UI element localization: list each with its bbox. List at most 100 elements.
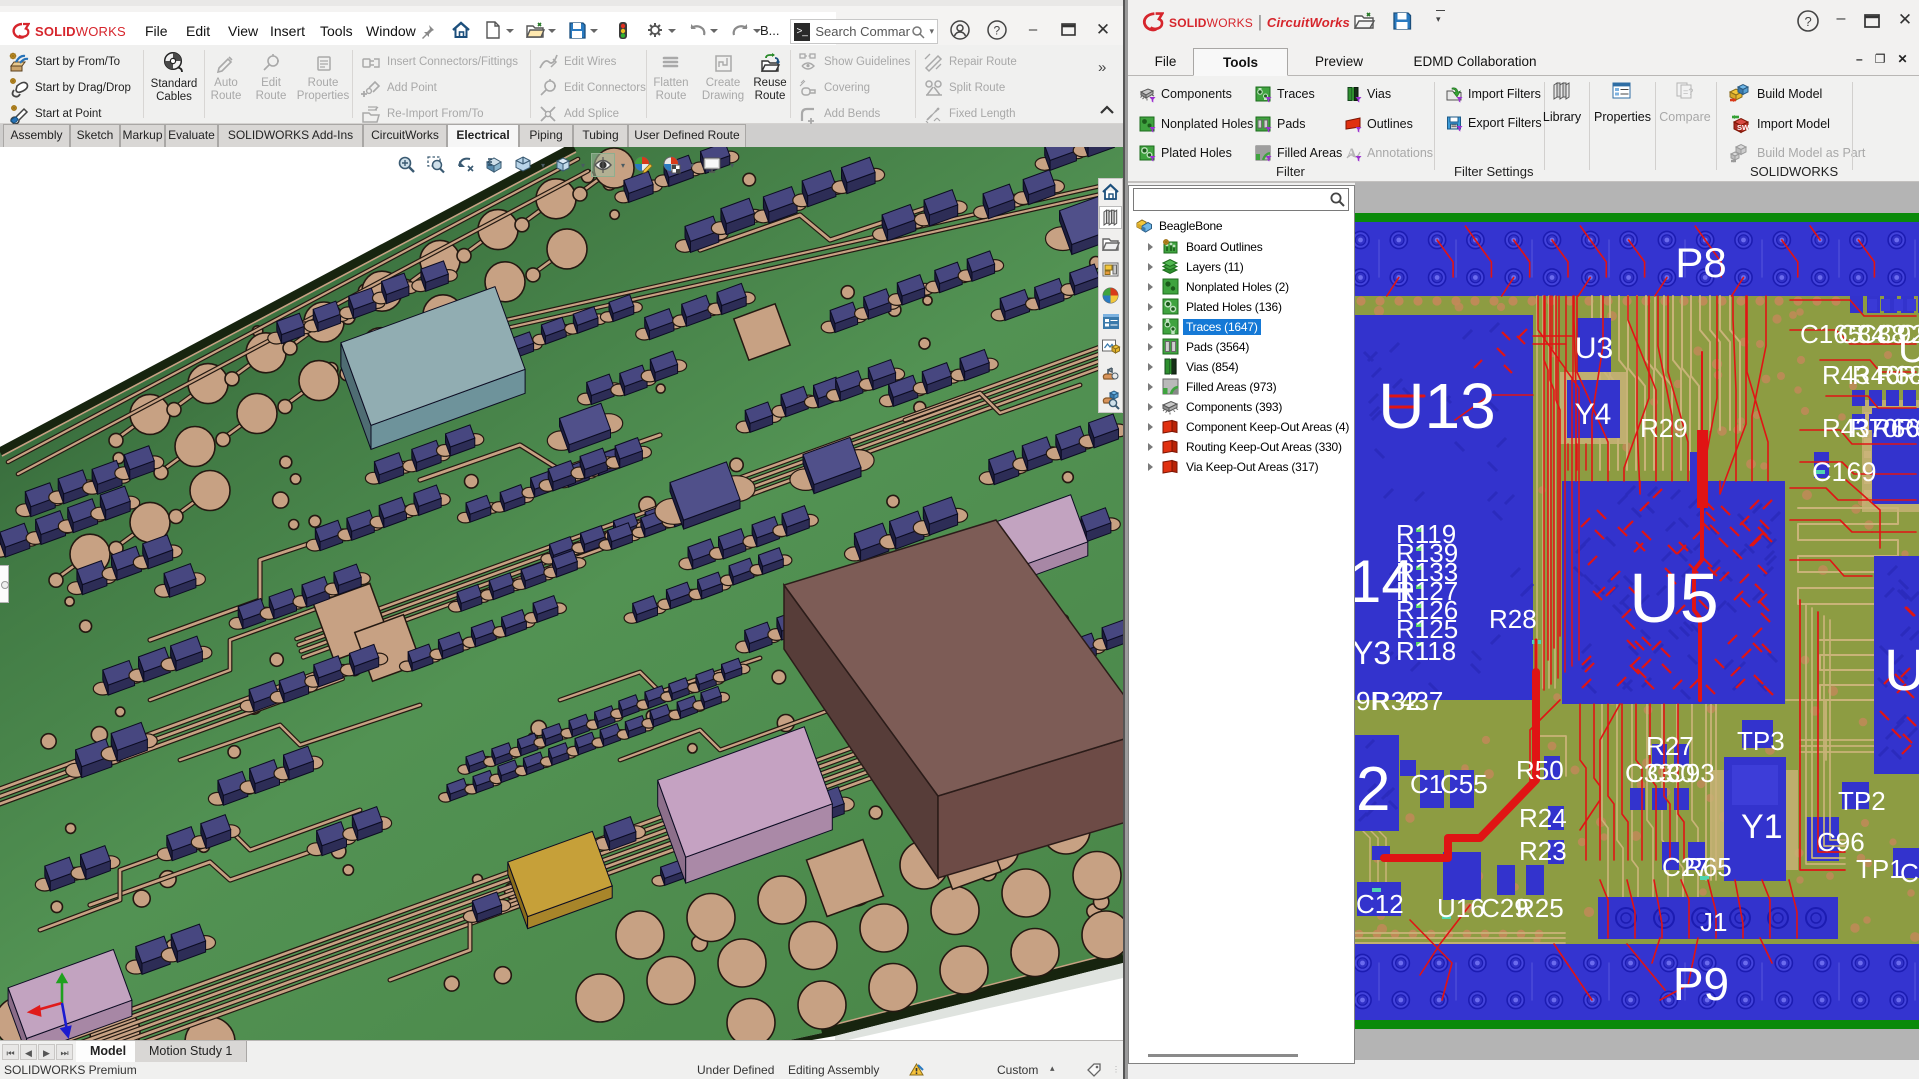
taskpane-valve-tab[interactable] (1100, 363, 1121, 384)
sw-toolbar-redo[interactable] (729, 19, 751, 41)
cw-filter-pads[interactable]: Pads (1255, 113, 1306, 135)
ribbon-collapse[interactable] (1098, 103, 1116, 120)
cw-filter-vias[interactable]: Vias (1345, 83, 1391, 105)
cw-import-filters[interactable]: Import Filters (1446, 83, 1541, 105)
tree-expand-arrow[interactable] (1148, 283, 1157, 291)
hud-caret-icon[interactable]: ▾ (730, 161, 734, 170)
cw-menu-file[interactable]: File (1138, 48, 1193, 76)
taskpane-appearance-tab[interactable] (1100, 285, 1121, 306)
cw-ecad-preview[interactable]: P8U3Y4U13R29C169U5C165C84C88C92C98R43R46… (1355, 182, 1919, 1060)
cw-library-button[interactable]: Library (1536, 80, 1588, 124)
sw-toolbar-undo[interactable] (686, 19, 708, 41)
cw-sw-build[interactable]: Build Model (1728, 83, 1822, 105)
ribbon-reuse_route[interactable]: ReuseRoute (750, 49, 790, 121)
status-custom-caret[interactable]: ▴ (1050, 1063, 1055, 1074)
tree-item-9[interactable]: Component Keep-Out Areas (4) (1129, 417, 1352, 436)
cw-filter-components[interactable]: Components (1139, 83, 1232, 105)
mdi-restore-icon[interactable]: ❐ (1875, 52, 1886, 66)
hud-caret-icon[interactable]: ▾ (541, 161, 545, 170)
hud-caret-icon[interactable]: ▾ (581, 161, 585, 170)
cw-properties-button[interactable]: Properties (1594, 80, 1650, 124)
sw-close-button[interactable]: ✕ (1090, 19, 1116, 41)
tree-item-1[interactable]: Layers (11) (1129, 257, 1247, 276)
taskpane-list-tab[interactable] (1100, 311, 1121, 332)
hud-zoom-area-button[interactable] (425, 154, 447, 176)
sw-toolbar-new-document[interactable] (482, 19, 504, 41)
sw-toolbar-edrawings[interactable] (612, 19, 634, 41)
tree-item-3[interactable]: Plated Holes (136) (1129, 297, 1285, 316)
sw-toolbar-new-document-caret[interactable] (505, 28, 513, 34)
sw-tab-electrical[interactable]: Electrical (447, 124, 519, 147)
sw-menu-file[interactable]: File (141, 19, 172, 43)
hud-caret-icon[interactable]: ▾ (621, 161, 625, 170)
hud-view-settings-button[interactable] (701, 154, 723, 176)
cw-filter-nonplated[interactable]: Nonplated Holes (1139, 113, 1253, 135)
tree-expand-arrow[interactable] (1148, 323, 1157, 331)
cw-filter-traces[interactable]: Traces (1255, 83, 1315, 105)
hud-prev-view-button[interactable] (454, 154, 476, 176)
ribbon-start-0[interactable]: Start by From/To (8, 49, 120, 75)
ribbon-overflow[interactable]: » (1098, 59, 1106, 76)
cw-filter-outlines[interactable]: Outlines (1345, 113, 1413, 135)
cw-save-button[interactable] (1390, 9, 1414, 36)
sw-tab-user-defined-route[interactable]: User Defined Route (628, 124, 746, 147)
sw-menu-insert[interactable]: Insert (266, 19, 309, 43)
sw-toolbar-b-more[interactable]: B... (760, 23, 780, 38)
tree-expand-arrow[interactable] (1148, 363, 1157, 371)
tree-hscrollbar-thumb[interactable] (1148, 1054, 1298, 1057)
tree-item-8[interactable]: Components (393) (1129, 397, 1285, 416)
cw-quickbar-caret[interactable]: ▾ (1436, 14, 1441, 25)
cw-open-button[interactable] (1352, 9, 1376, 36)
sw-toolbar-open-document[interactable] (524, 19, 546, 41)
sw-tab-solidworks-add-ins[interactable]: SOLIDWORKS Add-Ins (218, 124, 363, 147)
tree-expand-arrow[interactable] (1148, 303, 1157, 311)
sw-toolbar-options-gear[interactable] (644, 19, 666, 41)
cw-maximize-button[interactable] (1860, 9, 1884, 36)
mdi-minimize-icon[interactable]: – (1856, 52, 1863, 66)
tree-item-5[interactable]: Pads (3564) (1129, 337, 1252, 356)
search-caret-icon[interactable]: ▾ (929, 26, 934, 37)
hud-display-style-button[interactable] (552, 154, 574, 176)
sw-toolbar-save[interactable] (566, 19, 588, 41)
nav-prev-icon[interactable]: ◀ (20, 1044, 37, 1060)
sw-toolbar-open-document-caret[interactable] (547, 28, 555, 34)
hud-appearance-button[interactable] (632, 154, 654, 176)
sw-tab-sketch[interactable]: Sketch (70, 124, 120, 147)
tree-item-10[interactable]: Routing Keep-Out Areas (330) (1129, 437, 1345, 456)
tree-expand-arrow[interactable] (1148, 463, 1157, 471)
tree-item-2[interactable]: Nonplated Holes (2) (1129, 277, 1292, 296)
tab-motion-study[interactable]: Motion Study 1 (135, 1041, 247, 1062)
cw-close-button[interactable]: ✕ (1892, 10, 1918, 30)
sw-toolbar-save-caret[interactable] (589, 28, 597, 34)
sw-toolbar-options-gear-caret[interactable] (667, 28, 675, 34)
hud-scene-button[interactable] (661, 154, 683, 176)
tab-model[interactable]: Model (76, 1041, 141, 1062)
cw-filter-filled[interactable]: Filled Areas (1255, 142, 1342, 164)
cw-menu-tools[interactable]: Tools (1193, 48, 1288, 76)
taskpane-search-asm-tab[interactable] (1100, 389, 1121, 410)
status-tag-icon[interactable] (1086, 1062, 1103, 1079)
nav-first-icon[interactable]: ⏮ (2, 1044, 19, 1060)
sw-minimize-button[interactable]: – (1020, 19, 1046, 41)
taskpane-home-tab[interactable] (1100, 181, 1121, 202)
tree-expand-arrow[interactable] (1148, 443, 1157, 451)
tree-hscrollbar[interactable] (1133, 1050, 1349, 1062)
cw-export-filters[interactable]: Export Filters (1446, 112, 1542, 134)
nav-next-icon[interactable]: ▶ (38, 1044, 55, 1060)
tree-expand-arrow[interactable] (1148, 423, 1157, 431)
cw-menu-preview[interactable]: Preview (1288, 48, 1390, 76)
tree-item-11[interactable]: Via Keep-Out Areas (317) (1129, 457, 1321, 476)
cw-minimize-button[interactable]: – (1828, 10, 1854, 28)
taskpane-library-tab[interactable] (1100, 207, 1121, 228)
tree-expand-arrow[interactable] (1148, 263, 1157, 271)
sw-toolbar-undo-caret[interactable] (709, 28, 717, 34)
mdi-close-icon[interactable]: ✕ (1897, 52, 1907, 66)
tree-item-0[interactable]: Board Outlines (1129, 237, 1266, 256)
pin-icon[interactable] (420, 23, 436, 42)
hud-hide-show-button[interactable] (592, 154, 614, 176)
cw-filter-plated[interactable]: Plated Holes (1139, 142, 1232, 164)
hud-zoom-fit-button[interactable] (396, 154, 418, 176)
sw-menu-window[interactable]: Window (362, 19, 420, 43)
cw-tree-search[interactable] (1133, 188, 1349, 211)
model-tab-nav[interactable]: ⏮◀▶⏭ (2, 1044, 73, 1060)
